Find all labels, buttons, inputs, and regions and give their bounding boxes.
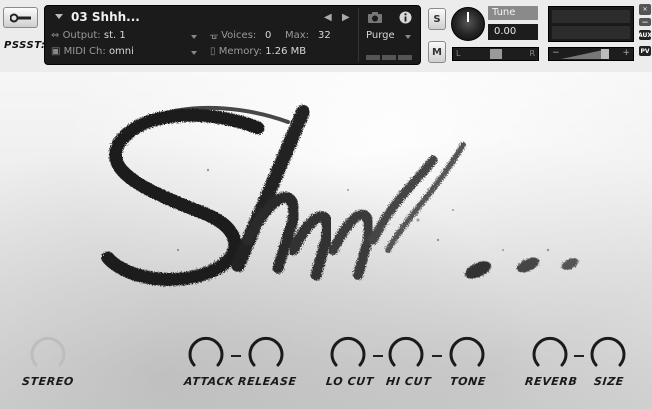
pv-button[interactable]: PV	[639, 46, 651, 56]
size-label: SIZE	[593, 375, 625, 388]
hicut-label: HI CUT	[385, 375, 432, 388]
output-dropdown-icon[interactable]	[191, 35, 197, 39]
instrument-name[interactable]: 03 Shhh...	[71, 10, 140, 24]
info-icon[interactable]	[399, 11, 412, 24]
cpu-meter-seg	[398, 55, 412, 60]
output-value: st. 1	[103, 30, 126, 41]
shhh-logo	[101, 105, 579, 286]
attack-release-link	[231, 355, 241, 357]
camera-icon[interactable]	[367, 11, 383, 24]
midi-dropdown-icon[interactable]	[191, 51, 197, 55]
locut-hicut-link	[373, 355, 383, 357]
attack-label: ATTACK	[183, 375, 235, 388]
purge-menu[interactable]: Purge	[366, 30, 395, 41]
tune-value[interactable]: 0.00	[488, 24, 538, 40]
pan-slider[interactable]: L R	[452, 47, 539, 61]
locut-label: LO CUT	[325, 375, 375, 388]
tone-knob[interactable]	[447, 333, 487, 373]
memory-display: ▯ Memory: 1.26 MB	[210, 46, 307, 57]
attack-knob[interactable]	[186, 333, 226, 373]
prev-instrument-icon[interactable]: ◀	[324, 12, 332, 23]
max-voices-value[interactable]: 32	[318, 30, 331, 41]
reverb-size-link	[574, 355, 584, 357]
tune-label: Tune	[488, 6, 538, 20]
voices-display: ᚗ Voices:	[210, 30, 257, 41]
plus-icon: +	[622, 48, 630, 58]
cpu-meter-seg	[366, 55, 380, 60]
release-knob[interactable]	[246, 333, 286, 373]
next-instrument-icon[interactable]: ▶	[342, 12, 350, 23]
mute-button[interactable]: M	[428, 41, 446, 63]
library-name: PSSST:	[4, 40, 46, 51]
output-selector[interactable]: ⇔ Output: st. 1	[51, 30, 126, 41]
memory-value: 1.26 MB	[265, 46, 307, 57]
volume-slider[interactable]: − +	[548, 47, 634, 61]
tone-label: TONE	[449, 375, 487, 388]
voices-value: 0	[265, 30, 272, 41]
cpu-meter-seg	[382, 55, 396, 60]
output-level-meter	[548, 6, 634, 42]
wrench-icon	[9, 13, 31, 22]
midi-channel-selector[interactable]: ▣ MIDI Ch: omni	[51, 46, 134, 57]
release-label: RELEASE	[237, 375, 298, 388]
purge-dropdown-icon[interactable]	[405, 35, 411, 39]
stereo-knob[interactable]	[28, 333, 68, 373]
size-knob[interactable]	[588, 333, 628, 373]
solo-button[interactable]: S	[428, 8, 446, 30]
midi-channel-value: omni	[108, 46, 134, 57]
stereo-label: STEREO	[21, 375, 75, 388]
reverb-knob[interactable]	[530, 333, 570, 373]
tune-knob[interactable]	[451, 7, 485, 41]
collapse-arrow-icon[interactable]	[55, 14, 63, 19]
reverb-label: REVERB	[524, 375, 579, 388]
hicut-knob[interactable]	[386, 333, 426, 373]
instrument-info-panel: 03 Shhh... ◀ ▶ ⇔ Output: st. 1 ᚗ Voices:…	[44, 5, 421, 65]
pan-slider-thumb[interactable]	[490, 49, 502, 59]
instrument-header: PSSST: 03 Shhh... ◀ ▶ ⇔ Output: st. 1 ᚗ …	[0, 0, 652, 72]
locut-knob[interactable]	[328, 333, 368, 373]
wrench-button[interactable]	[3, 7, 38, 28]
aux-button[interactable]: AUX	[638, 30, 652, 40]
hicut-tone-link	[432, 355, 442, 357]
max-voices-label: Max:	[285, 30, 310, 41]
minus-icon: −	[552, 48, 560, 58]
minimize-icon[interactable]: —	[639, 18, 651, 26]
close-icon[interactable]: ✕	[639, 4, 651, 15]
volume-ramp-icon	[561, 50, 603, 59]
volume-slider-thumb[interactable]	[601, 49, 609, 59]
